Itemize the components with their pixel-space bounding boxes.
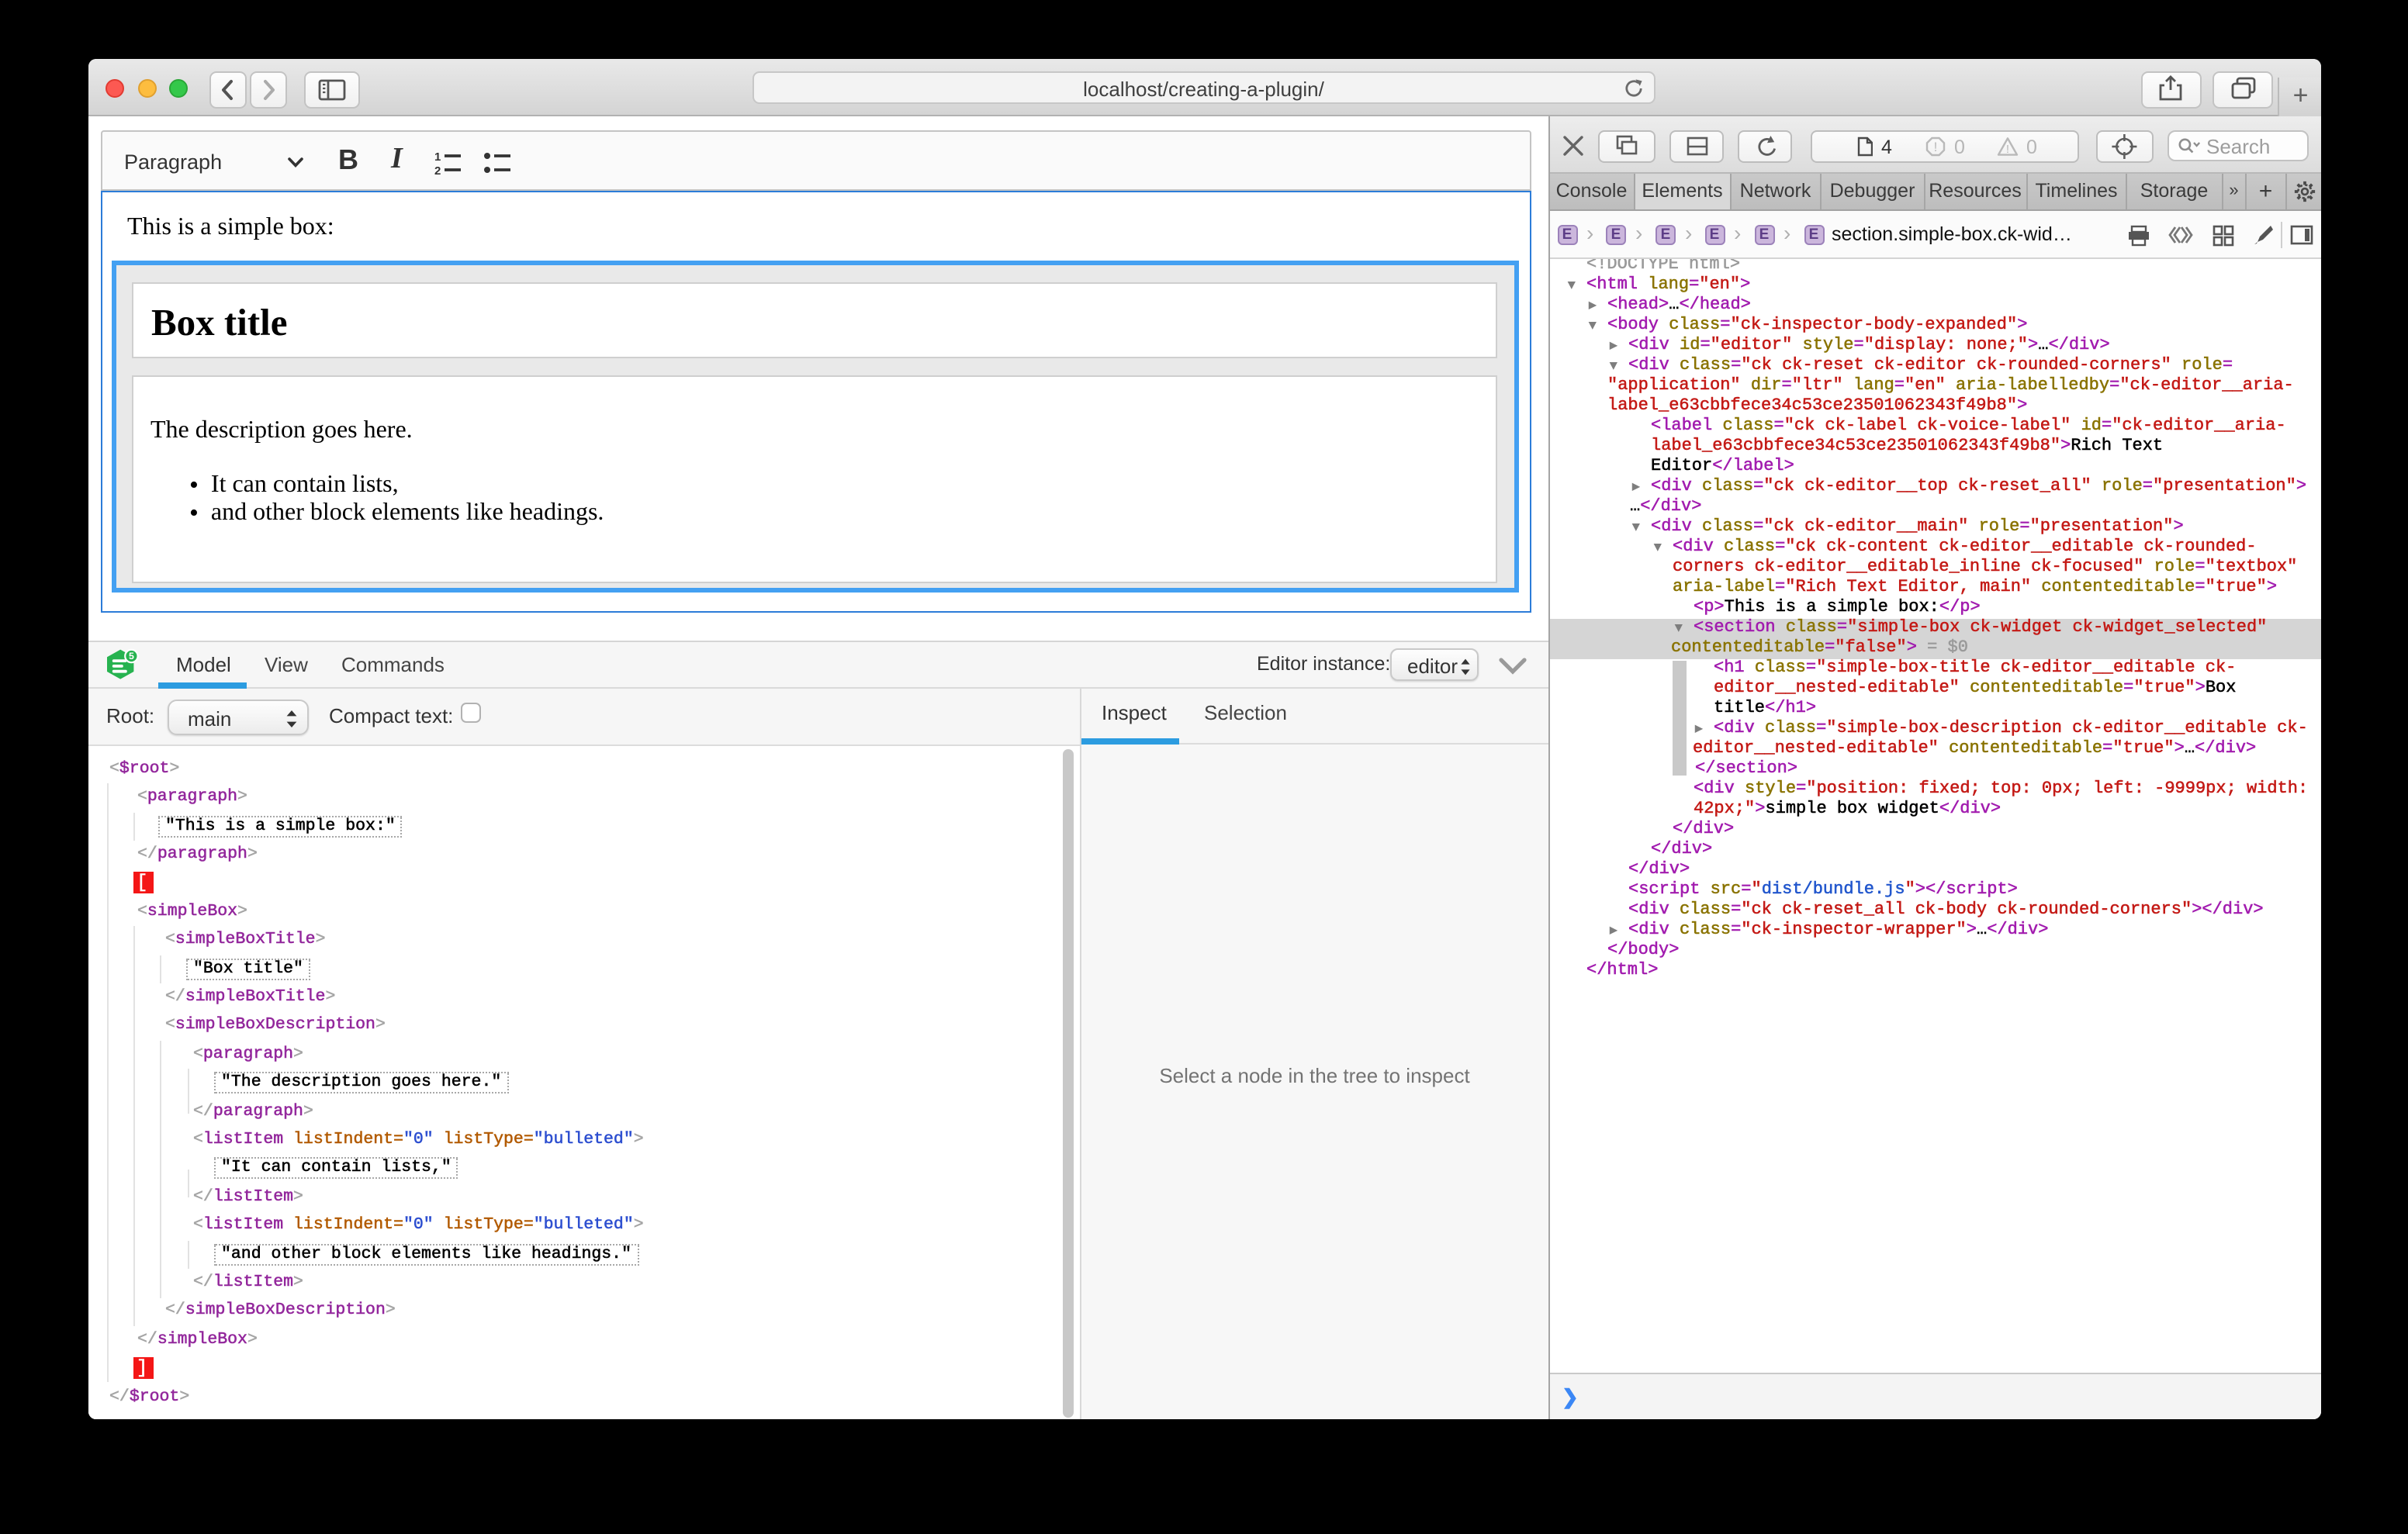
svg-text:!: ! [1933,140,1937,154]
svg-text:5: 5 [128,650,133,661]
svg-text:1: 1 [434,150,441,163]
svg-text:2: 2 [434,164,441,174]
svg-text:!: ! [2005,143,2008,156]
